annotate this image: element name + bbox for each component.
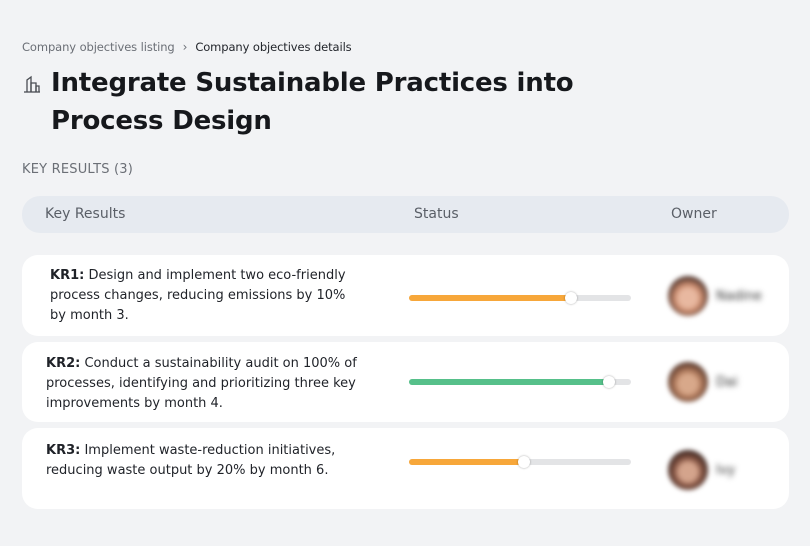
table-header: Key Results Status Owner [22,196,789,233]
progress-bar [409,376,631,388]
key-result-id: KR1: [50,268,85,283]
key-result-row-2[interactable]: KR2: Conduct a sustainability audit on 1… [22,342,789,422]
key-result-description: Design and implement two eco-friendly pr… [50,268,346,323]
key-results-count-label: KEY RESULTS (3) [22,162,134,177]
key-result-row-1[interactable]: KR1: Design and implement two eco-friend… [22,255,789,336]
owner-cell[interactable]: Nadine [668,276,762,316]
column-header-status[interactable]: Status [414,206,459,222]
owner-name: Dai [716,374,738,390]
avatar [668,362,708,402]
key-result-description: Conduct a sustainability audit on 100% o… [46,356,357,411]
key-result-text: KR2: Conduct a sustainability audit on 1… [46,354,361,414]
page-title: Integrate Sustainable Practices into Pro… [51,68,574,136]
progress-bar [409,456,631,468]
breadcrumb-current: Company objectives details [195,40,352,54]
breadcrumb: Company objectives listing › Company obj… [22,40,352,54]
column-header-key-results[interactable]: Key Results [45,206,125,222]
progress-fill [409,295,572,301]
title-row: Integrate Sustainable Practices into Pro… [22,64,662,140]
progress-bar [409,292,631,304]
key-result-id: KR3: [46,443,81,458]
owner-name: Ivy [716,462,736,478]
progress-fill [409,459,525,465]
progress-fill [409,379,609,385]
avatar [668,276,708,316]
key-result-description: Implement waste-reduction initiatives, r… [46,443,336,478]
key-result-id: KR2: [46,356,81,371]
owner-cell[interactable]: Dai [668,362,738,402]
progress-handle[interactable] [518,456,531,468]
owner-name: Nadine [716,288,762,304]
key-result-text: KR3: Implement waste-reduction initiativ… [46,441,346,481]
key-result-row-3[interactable]: KR3: Implement waste-reduction initiativ… [22,428,789,509]
building-icon [24,75,40,93]
chevron-right-icon: › [182,40,188,54]
progress-handle[interactable] [602,376,615,388]
progress-handle[interactable] [565,292,578,304]
key-result-text: KR1: Design and implement two eco-friend… [50,266,350,326]
avatar [668,450,708,490]
owner-cell[interactable]: Ivy [668,450,735,490]
column-header-owner[interactable]: Owner [671,206,717,222]
breadcrumb-parent-link[interactable]: Company objectives listing [22,40,175,54]
